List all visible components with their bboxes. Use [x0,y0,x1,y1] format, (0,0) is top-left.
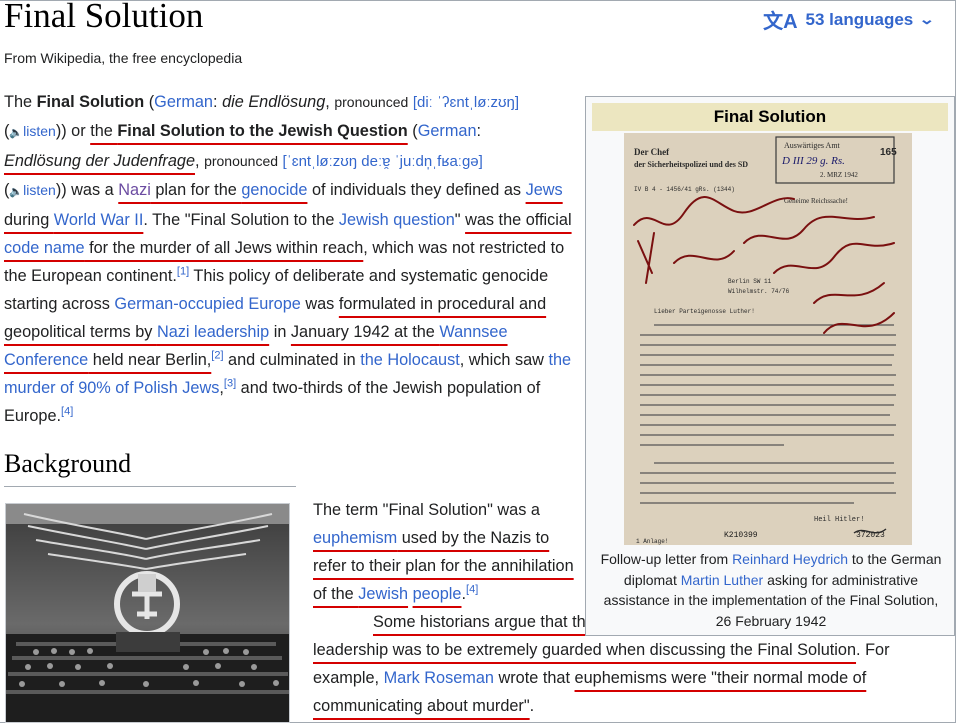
text: ( [144,93,155,111]
speaker-icon: 🔈 [9,127,24,139]
link-nazi-leadership[interactable]: Nazi leadership [157,323,269,341]
background-paragraph: The term "Final Solution" was a euphemis… [313,496,583,608]
letter-header: Der Chef [634,147,670,157]
link-german[interactable]: German [418,122,477,140]
text: . [529,697,535,715]
link-nazi[interactable]: Nazi [118,181,151,199]
link-euphemism[interactable]: euphemism [313,529,397,547]
translate-icon: 文A [763,11,798,33]
page-title: Final Solution [4,0,204,35]
annotated-text: for the murder of all Jews within reach [84,239,364,257]
greeting-line: Lieber Parteigenosse Luther! [654,308,755,315]
text: during [4,211,54,229]
stamp-date: 2. MRZ 1942 [820,171,858,179]
photo-image [6,504,289,722]
italic-term: die Endlösung [222,93,326,111]
link-reinhard-heydrich[interactable]: Reinhard Heydrich [732,551,848,567]
stamp-num: D III 29 g. Rs. [781,155,845,167]
pronounced-label: pronounced [204,153,279,169]
letter-header-2: der Sicherheitspolizei und des SD [634,160,748,169]
ipa-link[interactable]: [diː ˈʔɛntˌløːzʊŋ] [413,94,519,111]
link-martin-luther[interactable]: Martin Luther [681,572,763,588]
link-jewish-question[interactable]: Jewish question [339,211,455,229]
reference-link[interactable]: [3] [224,378,236,390]
link-people[interactable]: people [413,585,462,603]
stamp-165: 165 [880,147,897,158]
street-line: Wilhelmstr. 74/76 [728,288,790,295]
link-jewish[interactable]: Jewish [358,585,408,603]
text: was [300,295,339,313]
text: " [454,211,466,229]
listen-link[interactable]: listen [23,182,56,198]
text: , [325,93,335,111]
text: : [213,93,223,111]
heading-divider [4,486,296,487]
infobox-title: Final Solution [592,103,948,131]
lead-paragraph: The Final Solution (German: die Endlösun… [4,88,574,430]
text: in [269,323,291,341]
bold-term: Final Solution [36,93,145,111]
link-german-occupied-europe[interactable]: German-occupied Europe [114,295,300,313]
text: The term "Final Solution" was a [313,501,540,519]
text: )) was a [55,181,119,199]
text: ( [407,122,418,140]
language-count: 53 languages [805,9,914,29]
link-code-name[interactable]: code name [4,239,85,257]
italic-term: Endlösung der Judenfrage [4,152,195,170]
link-mark-roseman[interactable]: Mark Roseman [384,669,494,687]
link-world-war-ii[interactable]: World War II [54,211,144,229]
reference-link[interactable]: [2] [211,350,223,362]
code-left: K210399 [724,531,758,540]
text: the [90,122,118,140]
text: of individuals they defined as [307,181,526,199]
bold-term: Final Solution to the Jewish Question [117,122,408,140]
text: , [195,152,205,170]
text: wrote that [493,669,575,687]
link-german[interactable]: German [154,93,213,111]
infobox: Final Solution Der Chef der Sicherheitsp… [585,96,955,636]
reichstag-photo[interactable] [5,503,290,723]
text: : [476,122,482,140]
annotated-text: the Final Solution to the Jewish Questio… [90,122,408,140]
infobox-caption: Follow-up letter from Reinhard Heydrich … [594,549,948,631]
language-selector-button[interactable]: 文A 53 languages ⌄ [763,5,936,34]
text: plan for the [150,181,242,199]
listen-link[interactable]: listen [23,123,56,139]
text: , which saw [459,351,549,369]
section-heading: Background [4,449,132,478]
ref-line: IV B 4 - 1456/41 gRs. (1344) [634,186,735,193]
reference-link[interactable]: [4] [466,584,478,596]
heydrich-letter-image[interactable]: Der Chef der Sicherheitspolizei und des … [624,133,912,545]
reference-link[interactable]: [4] [61,406,73,418]
text: Follow-up letter from [600,551,733,567]
annotated-text: was the official [465,211,572,229]
reference-link[interactable]: [1] [177,266,189,278]
stamp-top: Auswärtiges Amt [784,141,841,150]
pronounced-label: pronounced [334,94,409,110]
tagline: From Wikipedia, the free encyclopedia [4,50,243,66]
closing-line: Heil Hitler! [814,516,864,524]
link-the-holocaust[interactable]: the Holocaust [360,351,460,369]
chevron-down-icon: ⌄ [918,11,936,27]
annotated-text: held near Berlin, [88,351,212,369]
annotated-text: January 1942 at the [290,323,440,341]
ipa-link[interactable]: [ˈɛntˌløːzʊŋ deːɐ̯ ˈjuːdn̩ˌfʁaːɡə] [283,153,483,170]
text: and culminated in [223,351,361,369]
letter-scan: Der Chef der Sicherheitspolizei und des … [624,133,912,545]
text: )) or [55,122,91,140]
link-jews[interactable]: Jews [526,181,563,199]
text: The [4,93,37,111]
speaker-icon: 🔈 [9,186,24,198]
link-genocide[interactable]: genocide [241,181,307,199]
text: . The "Final Solution to the [143,211,339,229]
place-line: Berlin SW 11 [728,278,772,285]
anlage-line: 1 Anlage! [636,538,668,545]
